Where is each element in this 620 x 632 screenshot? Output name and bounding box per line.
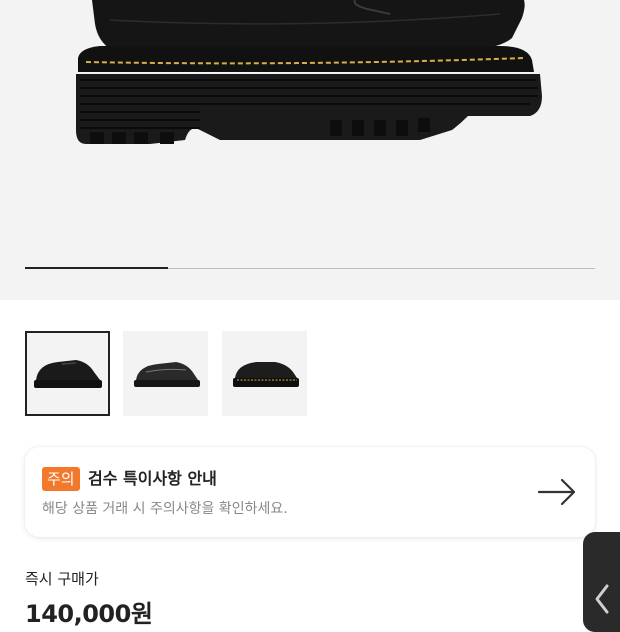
black-derby-shoe-side-thumbnail xyxy=(133,361,200,387)
thumbnail-2[interactable] xyxy=(123,331,208,416)
inspection-notice-card[interactable]: 주의 검수 특이사항 안내 해당 상품 거래 시 주의사항을 확인하세요. xyxy=(25,447,595,537)
black-slip-on-shoe-thumbnail xyxy=(232,361,299,387)
notice-title: 검수 특이사항 안내 xyxy=(88,469,217,488)
thumbnail-3[interactable] xyxy=(222,331,307,416)
arrow-right-icon[interactable] xyxy=(537,477,577,507)
caution-badge: 주의 xyxy=(42,467,80,491)
black-platform-boot-image xyxy=(76,0,542,144)
chevron-left-icon xyxy=(595,584,609,614)
instant-buy-price: 140,000원 xyxy=(25,600,153,628)
black-derby-shoe-thumbnail xyxy=(33,359,102,388)
thumbnail-1[interactable] xyxy=(25,331,110,416)
carousel-progress-track xyxy=(25,267,595,269)
instant-buy-label: 즉시 구매가 xyxy=(25,570,99,588)
product-image-carousel[interactable] xyxy=(0,0,620,300)
notice-subtitle: 해당 상품 거래 시 주의사항을 확인하세요. xyxy=(42,501,288,517)
side-panel-tab[interactable] xyxy=(583,532,620,632)
carousel-progress-fill xyxy=(25,267,168,269)
